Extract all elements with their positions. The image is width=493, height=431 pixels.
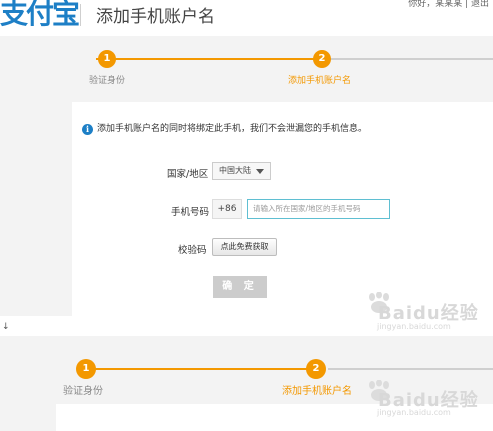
header-divider: [80, 4, 81, 26]
progress-steps-repeat: 1 2 验证身份 添加手机账户名: [0, 356, 493, 397]
notice-text: 添加手机账户名的同时将绑定此手机，我们不会泄漏您的手机信息。: [97, 124, 368, 134]
phone-input[interactable]: 请输入所在国家/地区的手机号码: [247, 199, 390, 219]
baidu-paw-icon: [369, 292, 389, 313]
progress-line-done: [80, 368, 316, 370]
country-value: 中国大陆: [219, 166, 251, 175]
step-2-label: 添加手机账户名: [288, 76, 352, 86]
watermark-url: jingyan.baidu.com: [377, 322, 451, 331]
info-icon: i: [82, 124, 93, 135]
confirm-button[interactable]: 确 定: [213, 276, 267, 298]
country-label: 国家/地区: [167, 169, 209, 180]
verification-code-label: 校验码: [178, 245, 207, 256]
step-2-label: 添加手机账户名: [282, 386, 352, 397]
upper-screenshot: 1 2 验证身份 添加手机账户名 i 添加手机账户名的同时将绑定此手机，我们不会泄…: [0, 36, 493, 316]
country-select[interactable]: 中国大陆: [212, 162, 271, 180]
progress-line-done: [96, 58, 316, 60]
get-code-button[interactable]: 点此免费获取: [212, 238, 277, 256]
progress-line-pending: [330, 58, 493, 60]
page-title: 添加手机账户名: [96, 7, 215, 27]
phone-label: 手机号码: [171, 207, 210, 218]
privacy-notice: i 添加手机账户名的同时将绑定此手机，我们不会泄漏您的手机信息。: [82, 121, 367, 135]
form-card: i 添加手机账户名的同时将绑定此手机，我们不会泄漏您的手机信息。 国家/地区 中国…: [72, 102, 493, 316]
baidu-paw-icon: [369, 380, 389, 401]
site-header: 支付宝 添加手机账户名 你好，某某某 | 退出: [0, 0, 493, 36]
step-1-marker: 1: [98, 50, 116, 68]
phone-prefix: +86: [212, 199, 242, 219]
chevron-down-icon: [256, 169, 264, 174]
alipay-logo[interactable]: 支付宝: [0, 0, 80, 32]
form-card-partial: [56, 404, 493, 431]
progress-steps: 1 2 验证身份 添加手机账户名: [0, 50, 493, 90]
user-links[interactable]: 你好，某某某 | 退出: [408, 0, 489, 9]
step-1-label: 验证身份: [63, 386, 103, 397]
step-1-marker: 1: [76, 359, 96, 379]
separator-mark: ↓: [2, 322, 10, 332]
step-2-marker: 2: [306, 359, 326, 379]
progress-line-pending: [328, 368, 493, 370]
step-2-marker: 2: [313, 50, 331, 68]
step-1-label: 验证身份: [89, 76, 126, 86]
